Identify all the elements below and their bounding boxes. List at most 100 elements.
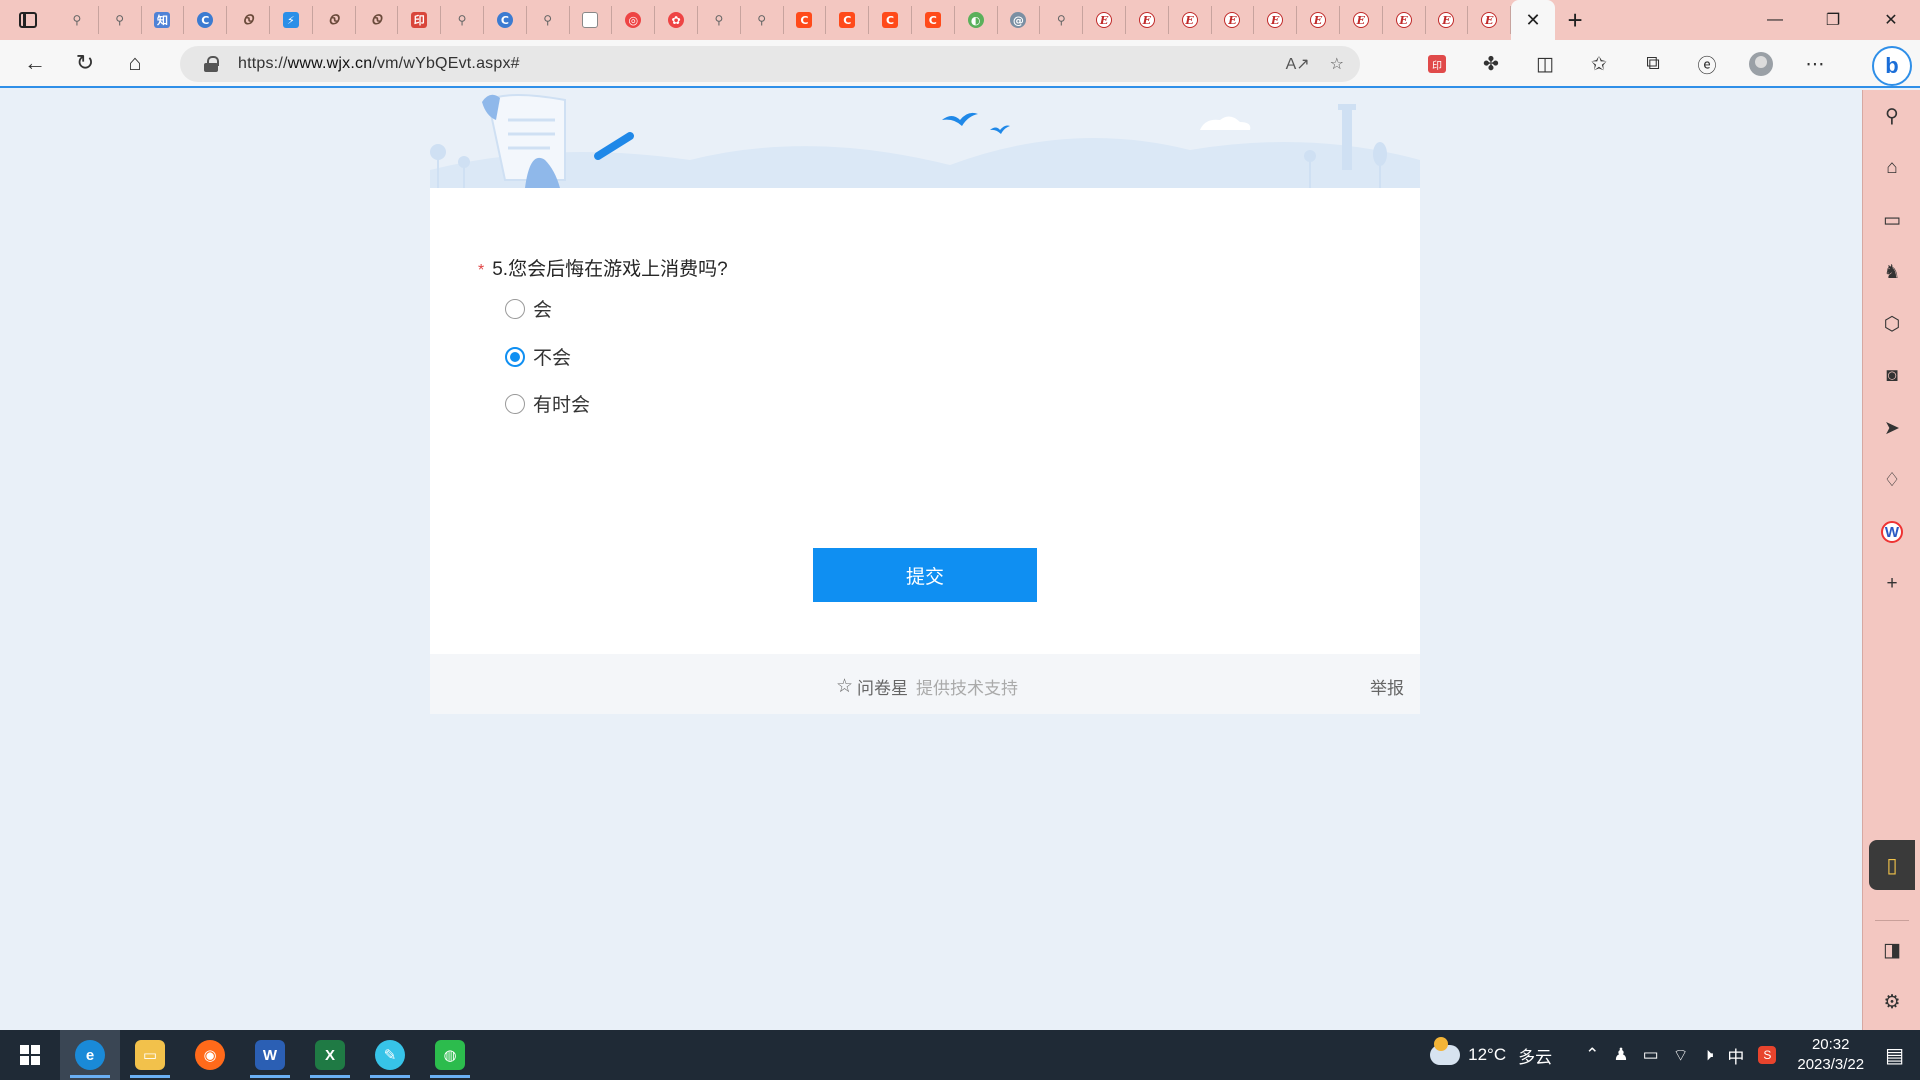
- qq-icon[interactable]: ♟: [1613, 1045, 1628, 1065]
- volume-muted-icon[interactable]: 🕨: [1703, 1045, 1714, 1065]
- split-screen-icon[interactable]: ◫: [1518, 40, 1572, 88]
- tab[interactable]: C: [484, 6, 527, 34]
- radio-hui[interactable]: [505, 298, 525, 319]
- minimize-icon[interactable]: —: [1746, 0, 1804, 40]
- extensions-icon[interactable]: ✤: [1464, 40, 1518, 88]
- weather-widget[interactable]: 12°C 多云: [1430, 1037, 1552, 1068]
- drop-panel-icon[interactable]: ▯: [1869, 840, 1915, 890]
- tab[interactable]: ⚲: [698, 6, 741, 34]
- start-button[interactable]: [0, 1030, 60, 1080]
- tab[interactable]: C: [912, 6, 955, 34]
- taskbar-explorer[interactable]: ▭: [120, 1030, 180, 1080]
- office-icon[interactable]: ⬡: [1863, 304, 1920, 344]
- option-buhui[interactable]: 不会: [505, 343, 571, 370]
- lock-icon[interactable]: [204, 56, 219, 72]
- tab[interactable]: E: [1254, 6, 1298, 34]
- notification-icon[interactable]: ▤: [1885, 1043, 1904, 1068]
- more-menu-icon[interactable]: ⋯: [1788, 40, 1842, 88]
- tab[interactable]: @: [998, 6, 1041, 34]
- tab[interactable]: ⚲: [1040, 6, 1084, 34]
- weibo-icon[interactable]: W: [1863, 512, 1920, 552]
- taskbar-excel[interactable]: X: [300, 1030, 360, 1080]
- brand-link[interactable]: 问卷星: [857, 674, 908, 699]
- read-aloud-icon[interactable]: A↗: [1286, 54, 1310, 74]
- tab[interactable]: ◎: [612, 6, 656, 34]
- refresh-icon[interactable]: ↻: [60, 43, 110, 83]
- close-window-icon[interactable]: ✕: [1862, 0, 1920, 40]
- tab[interactable]: E: [1212, 6, 1255, 34]
- clock[interactable]: 20:32 2023/3/22: [1797, 1035, 1864, 1075]
- tab[interactable]: E: [1169, 6, 1212, 34]
- tab[interactable]: E: [1383, 6, 1426, 34]
- outlook-icon[interactable]: ◙: [1863, 356, 1920, 396]
- drop-icon[interactable]: ♢: [1863, 460, 1920, 500]
- tab[interactable]: [570, 6, 613, 34]
- tab[interactable]: ◐: [955, 6, 998, 34]
- url-text[interactable]: https://www.wjx.cn/vm/wYbQEvt.aspx#: [238, 55, 520, 73]
- tab-actions-menu-button[interactable]: [0, 0, 56, 40]
- restore-icon[interactable]: ❐: [1804, 0, 1862, 40]
- show-hidden-icons-icon[interactable]: ⌃: [1585, 1045, 1599, 1065]
- tab[interactable]: ⚲: [527, 6, 570, 34]
- option-hui[interactable]: 会: [505, 295, 552, 322]
- radio-buhui[interactable]: [505, 346, 525, 367]
- tab[interactable]: C: [784, 6, 827, 34]
- taskbar-wechat[interactable]: ◍: [420, 1030, 480, 1080]
- tab[interactable]: E: [1340, 6, 1383, 34]
- games-icon[interactable]: ♞: [1863, 252, 1920, 292]
- taskbar-firefox[interactable]: ◉: [180, 1030, 240, 1080]
- tab[interactable]: ⚲: [99, 6, 142, 34]
- tab[interactable]: ✿: [655, 6, 698, 34]
- radio-youshihui[interactable]: [505, 393, 525, 414]
- tab[interactable]: 印: [398, 6, 442, 34]
- add-favorite-icon[interactable]: ☆: [1330, 54, 1344, 74]
- add-sidebar-icon[interactable]: +: [1863, 564, 1920, 604]
- tab[interactable]: Ꮻ: [313, 6, 356, 34]
- active-tab[interactable]: ✕: [1511, 0, 1556, 40]
- taskbar-word[interactable]: W: [240, 1030, 300, 1080]
- option-youshihui[interactable]: 有时会: [505, 390, 590, 417]
- tab[interactable]: C: [826, 6, 870, 34]
- tools-icon[interactable]: ▭: [1863, 200, 1920, 240]
- settings-icon[interactable]: ⚙: [1863, 982, 1920, 1022]
- tab[interactable]: ⚲: [56, 6, 99, 34]
- hide-sidebar-icon[interactable]: ◨: [1863, 930, 1920, 970]
- survey-banner-illustration: [430, 94, 1420, 188]
- tab[interactable]: E: [1083, 6, 1126, 34]
- tab[interactable]: Ꮻ: [227, 6, 270, 34]
- battery-icon[interactable]: ▭: [1643, 1045, 1659, 1065]
- tab[interactable]: E: [1297, 6, 1340, 34]
- favorites-icon[interactable]: ✩: [1572, 40, 1626, 88]
- tab[interactable]: C: [869, 6, 912, 34]
- submit-button[interactable]: 提交: [813, 548, 1037, 602]
- tab[interactable]: E: [1126, 6, 1169, 34]
- tab[interactable]: ⚲: [441, 6, 484, 34]
- tab[interactable]: E: [1468, 6, 1512, 34]
- taskbar-pen-app[interactable]: ✎: [360, 1030, 420, 1080]
- shopping-tag-icon[interactable]: ⌂: [1863, 148, 1920, 188]
- report-link[interactable]: 举报: [1370, 674, 1404, 699]
- ie-mode-icon[interactable]: ⓔ: [1680, 40, 1734, 88]
- send-icon[interactable]: ➤: [1863, 408, 1920, 448]
- tab[interactable]: Ꮻ: [356, 6, 399, 34]
- wifi-icon[interactable]: ⌔: [1673, 1045, 1689, 1066]
- tab[interactable]: E: [1426, 6, 1469, 34]
- sogou-icon[interactable]: S: [1758, 1046, 1777, 1064]
- profile-button[interactable]: [1734, 40, 1788, 88]
- tab[interactable]: C: [184, 6, 228, 34]
- swirl-icon: C: [496, 12, 513, 28]
- ime-indicator[interactable]: 中: [1727, 1043, 1744, 1068]
- bing-copilot-button[interactable]: b: [1872, 46, 1912, 86]
- home-icon[interactable]: ⌂: [110, 43, 160, 83]
- back-icon[interactable]: ←: [10, 43, 60, 83]
- tab[interactable]: 知: [142, 6, 185, 34]
- extension-red-icon[interactable]: 印: [1410, 40, 1464, 88]
- tab[interactable]: ⚡: [270, 6, 313, 34]
- address-bar[interactable]: https://www.wjx.cn/vm/wYbQEvt.aspx# A↗ ☆: [180, 46, 1360, 82]
- close-tab-icon[interactable]: ✕: [1526, 10, 1541, 31]
- new-tab-button[interactable]: +: [1555, 0, 1595, 40]
- search-sidebar-icon[interactable]: ⚲: [1863, 96, 1920, 136]
- collections-icon[interactable]: ⧉: [1626, 40, 1680, 88]
- taskbar-edge[interactable]: e: [60, 1030, 120, 1080]
- tab[interactable]: ⚲: [741, 6, 784, 34]
